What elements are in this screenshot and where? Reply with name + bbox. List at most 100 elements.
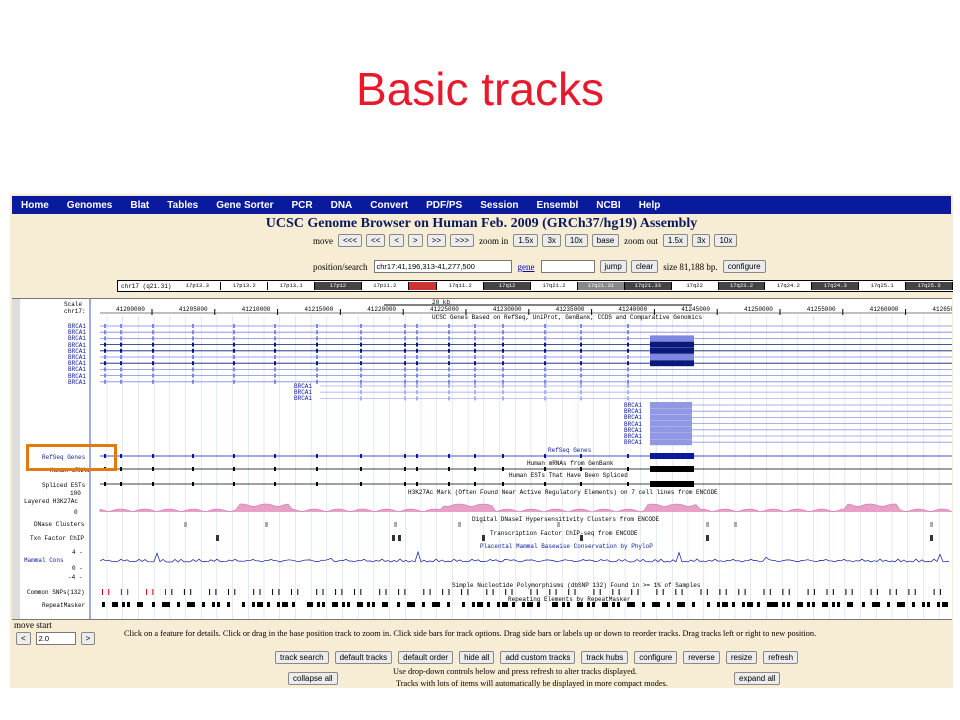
- chromosome-ideogram[interactable]: chr17 (q21.31) 17p13.3 17p13.2 17p13.1 17p1…: [117, 280, 953, 292]
- track-image[interactable]: 41200000 41205000 41210000 41215000 41220000…: [12, 299, 952, 619]
- browser-title: UCSC Genome Browser on Human Feb. 2009 (…: [265, 216, 698, 231]
- dnase-clusters-label[interactable]: DNase Clusters: [34, 521, 84, 528]
- expand-all-button[interactable]: expand all: [734, 672, 781, 685]
- collapse-all-button[interactable]: collapse all: [288, 672, 338, 685]
- txn-factor-chip-label[interactable]: Txn Factor ChIP: [30, 535, 84, 542]
- snp-mark: [700, 589, 702, 595]
- gene-label-brca1[interactable]: BRCA1: [294, 395, 312, 402]
- mammal-cons-label[interactable]: Mammal Cons: [24, 557, 64, 564]
- slide-title: Basic tracks: [356, 63, 604, 115]
- ideogram-band[interactable]: 17q24.3: [812, 282, 860, 290]
- zoom-out-button-1[interactable]: 3x: [692, 234, 711, 247]
- configure-button[interactable]: configure: [634, 651, 678, 664]
- nav-ensembl[interactable]: Ensembl: [528, 200, 588, 211]
- snp-mark: [259, 589, 261, 595]
- scale-bar-text: 20 kb: [432, 299, 451, 306]
- gene-exon: [274, 355, 276, 359]
- repeat-element: [722, 602, 728, 607]
- gene-label-brca1[interactable]: BRCA1: [68, 379, 86, 386]
- gene-exon: [316, 467, 318, 471]
- gene-exon: [448, 467, 450, 471]
- ideogram-band[interactable]: 17p12: [315, 282, 362, 290]
- repeatmasker-label[interactable]: RepeatMasker: [42, 602, 85, 609]
- ideogram-band[interactable]: 17q25.1: [859, 282, 907, 290]
- ideogram-band[interactable]: 17q21.33: [624, 282, 672, 290]
- add-custom-tracks-button[interactable]: add custom tracks: [500, 651, 576, 664]
- gene-exon: [580, 396, 582, 401]
- ideogram-band[interactable]: 17q22: [671, 282, 719, 290]
- ideogram-band[interactable]: 17q11.2: [437, 282, 485, 290]
- ideogram-band[interactable]: 17p11.2: [361, 282, 409, 290]
- track-hubs-button[interactable]: track hubs: [581, 651, 629, 664]
- position-search-input[interactable]: chr17:41,196,313-41,277,500: [373, 260, 512, 273]
- nav-blat[interactable]: Blat: [121, 200, 158, 211]
- nav-tables[interactable]: Tables: [158, 200, 207, 211]
- common-snps-label[interactable]: Common SNPs(132): [27, 589, 85, 596]
- clear-button[interactable]: clear: [630, 260, 659, 273]
- hide-all-button[interactable]: hide all: [459, 651, 495, 664]
- nav-help[interactable]: Help: [630, 200, 670, 211]
- spliced-ests-label[interactable]: Spliced ESTs: [42, 482, 85, 489]
- gene-link[interactable]: gene: [518, 262, 535, 272]
- move-button-0[interactable]: <<<: [338, 234, 363, 247]
- move-button-5[interactable]: >>>: [450, 234, 475, 247]
- nav-pdf-ps[interactable]: PDF/PS: [417, 200, 471, 211]
- gene-input[interactable]: [540, 260, 595, 273]
- repeat-element: [257, 602, 263, 607]
- ideogram-band[interactable]: 17q21.31: [577, 282, 625, 290]
- zoom-in-button-0[interactable]: 1.5x: [513, 234, 539, 247]
- gene-label-brca1[interactable]: BRCA1: [624, 439, 642, 446]
- ideogram-band[interactable]: [408, 282, 438, 290]
- ideogram-band[interactable]: 17q21.2: [531, 282, 578, 290]
- jump-button[interactable]: jump: [599, 260, 627, 273]
- move-button-2[interactable]: <: [389, 234, 405, 247]
- move-start-right-button[interactable]: >: [80, 632, 96, 645]
- default-order-button[interactable]: default order: [398, 651, 454, 664]
- gene-exon: [474, 396, 476, 401]
- layered-h3k27ac-label[interactable]: Layered H3K27Ac: [24, 498, 78, 505]
- refresh-button[interactable]: refresh: [763, 651, 799, 664]
- move-button-1[interactable]: <<: [366, 234, 386, 247]
- gene-utr-block: [650, 466, 694, 472]
- gene-exon: [580, 384, 582, 388]
- gene-exon: [233, 367, 235, 372]
- zoom-out-button-0[interactable]: 1.5x: [662, 234, 689, 247]
- nav-home[interactable]: Home: [12, 200, 58, 211]
- gene-exon: [580, 361, 582, 366]
- ideogram-band[interactable]: 17p13.3: [174, 282, 222, 290]
- configure-button[interactable]: configure: [722, 260, 766, 273]
- reverse-button[interactable]: reverse: [683, 651, 720, 664]
- zoom-in-button-1[interactable]: 3x: [542, 234, 561, 247]
- resize-button[interactable]: resize: [725, 651, 758, 664]
- snp-mark: [574, 589, 576, 595]
- gene-utr-block: [650, 433, 692, 439]
- track-image-panel[interactable]: 41200000 41205000 41210000 41215000 41220000…: [12, 298, 952, 620]
- move-start-input[interactable]: 2.0: [35, 632, 76, 645]
- nav-ncbi[interactable]: NCBI: [587, 200, 629, 211]
- nav-dna[interactable]: DNA: [322, 200, 362, 211]
- nav-genomes[interactable]: Genomes: [58, 200, 122, 211]
- nav-convert[interactable]: Convert: [361, 200, 417, 211]
- zoom-in-button-2[interactable]: 10x: [564, 234, 588, 247]
- ideogram-band[interactable]: 17q24.2: [765, 282, 813, 290]
- track-search-button[interactable]: track search: [275, 651, 329, 664]
- h3k27ac-track-title: H3K27Ac Mark (Often Found Near Active Re…: [408, 489, 718, 496]
- zoom-out-button-2[interactable]: 10x: [714, 234, 738, 247]
- ideogram-band[interactable]: 17p13.2: [221, 282, 269, 290]
- gene-exon: [152, 330, 154, 335]
- ideogram-band[interactable]: 17p13.1: [268, 282, 316, 290]
- move-button-3[interactable]: >: [408, 234, 423, 247]
- ideogram-band[interactable]: 17q23.2: [718, 282, 766, 290]
- default-tracks-button[interactable]: default tracks: [334, 651, 393, 664]
- ideogram-band[interactable]: 17q12: [484, 282, 532, 290]
- nav-gene-sorter[interactable]: Gene Sorter: [207, 200, 282, 211]
- gene-exon: [416, 396, 418, 401]
- move-button-4[interactable]: >>: [426, 234, 447, 247]
- nav-pcr[interactable]: PCR: [282, 200, 321, 211]
- ideogram-band[interactable]: 17q25.3: [906, 282, 953, 290]
- ruler-position-label: 41205000: [179, 306, 208, 313]
- nav-session[interactable]: Session: [471, 200, 527, 211]
- zoom-in-button-3[interactable]: base: [591, 234, 620, 247]
- gene-exon: [580, 454, 582, 458]
- move-start-left-button[interactable]: <: [16, 632, 31, 645]
